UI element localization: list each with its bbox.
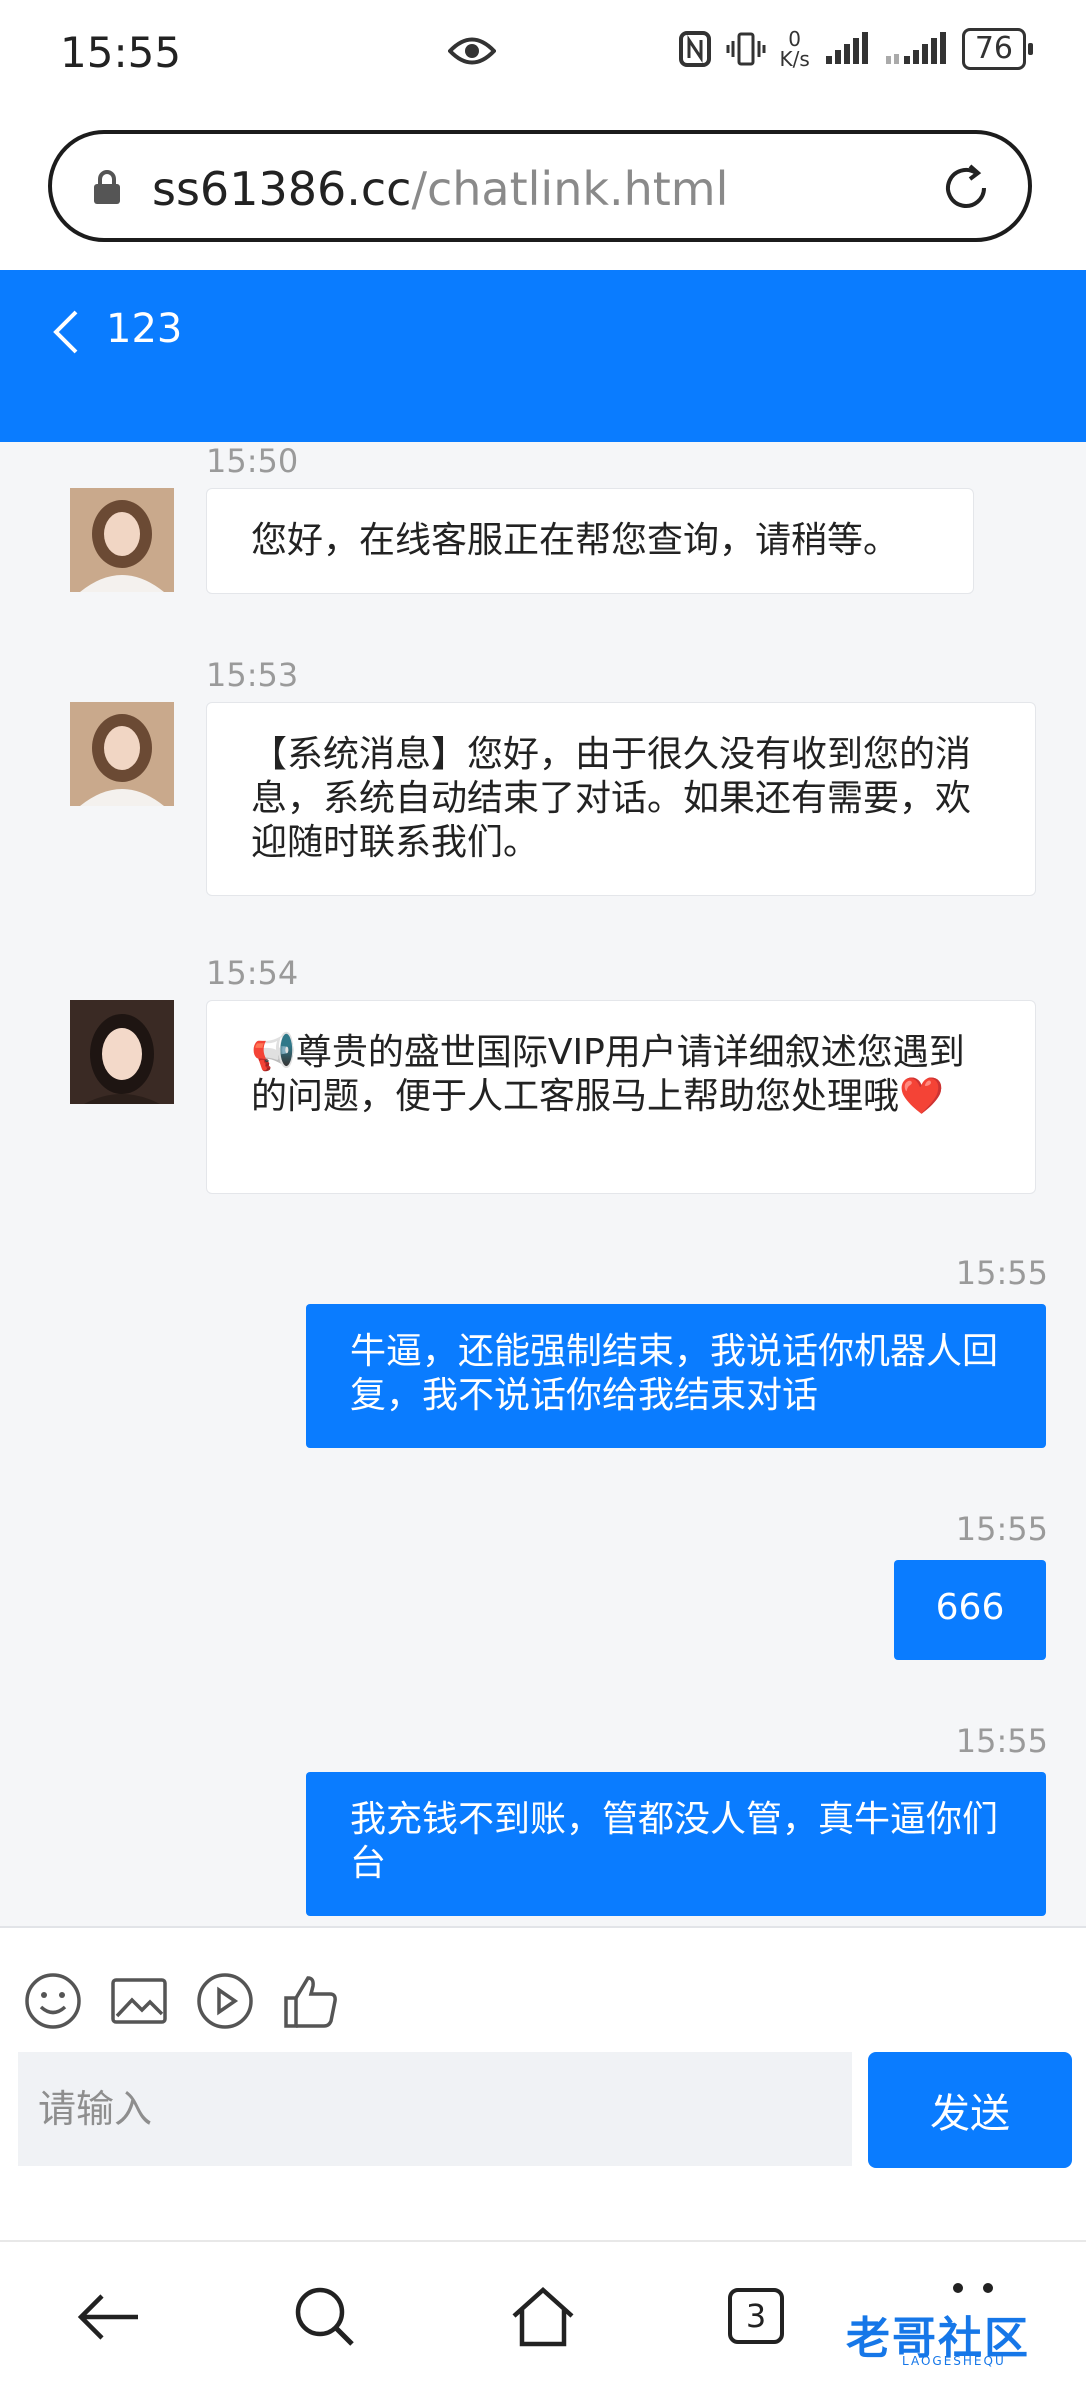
message-time: 15:53 bbox=[206, 656, 299, 694]
image-icon[interactable] bbox=[110, 1972, 168, 2030]
message-bubble-outgoing: 我充钱不到账，管都没人管，真牛逼你们台 bbox=[306, 1772, 1046, 1916]
message-bubble-outgoing: 666 bbox=[894, 1560, 1046, 1660]
status-time: 15:55 bbox=[60, 28, 182, 77]
thumbs-up-icon[interactable] bbox=[282, 1972, 340, 2030]
eye-icon bbox=[448, 37, 496, 65]
agent-avatar bbox=[70, 702, 174, 806]
nfc-icon bbox=[678, 31, 711, 67]
back-arrow-icon[interactable] bbox=[74, 2282, 144, 2352]
message-input[interactable] bbox=[18, 2052, 852, 2166]
home-icon[interactable] bbox=[508, 2282, 578, 2352]
net-speed: 0 K/s bbox=[780, 29, 810, 69]
battery-icon: 76 bbox=[961, 28, 1034, 70]
emoji-icon[interactable] bbox=[24, 1972, 82, 2030]
net-speed-value: 0 bbox=[788, 27, 802, 51]
status-bar: 15:55 0 K/s 76 bbox=[0, 0, 1086, 112]
video-icon[interactable] bbox=[196, 1972, 254, 2030]
url-host: ss61386.cc bbox=[152, 162, 412, 216]
message-time: 15:55 bbox=[955, 1254, 1048, 1292]
reload-icon[interactable] bbox=[938, 160, 994, 216]
address-bar[interactable]: ss61386.cc/chatlink.html bbox=[48, 130, 1032, 242]
signal-icon bbox=[825, 32, 868, 64]
lock-icon bbox=[94, 170, 120, 204]
url-path: /chatlink.html bbox=[411, 162, 729, 216]
vibrate-icon bbox=[726, 32, 766, 66]
message-time: 15:55 bbox=[955, 1510, 1048, 1548]
signal-2-icon bbox=[885, 32, 946, 64]
message-time: 15:54 bbox=[206, 954, 299, 992]
message-bubble: 您好，在线客服正在帮您查询，请稍等。 bbox=[206, 488, 974, 594]
message-bubble-outgoing: 牛逼，还能强制结束，我说话你机器人回复，我不说话你给我结束对话 bbox=[306, 1304, 1046, 1448]
status-icons: 0 K/s 76 bbox=[678, 28, 1034, 70]
chat-title: 123 bbox=[106, 306, 183, 352]
message-list[interactable]: 15:50 您好，在线客服正在帮您查询，请稍等。 15:53 【系统消息】您好，… bbox=[0, 442, 1086, 1926]
url-text[interactable]: ss61386.cc/chatlink.html bbox=[152, 162, 728, 216]
agent-avatar bbox=[70, 1000, 174, 1104]
agent-avatar bbox=[70, 488, 174, 592]
message-bubble: 📢尊贵的盛世国际VIP用户请详细叙述您遇到的问题，便于人工客服马上帮助您处理哦❤… bbox=[206, 1000, 1036, 1194]
browser-nav-bar: 3 老哥社区 LAOGESHEQU bbox=[0, 2240, 1086, 2402]
net-speed-unit: K/s bbox=[779, 47, 810, 71]
message-bubble: 【系统消息】您好，由于很久没有收到您的消息，系统自动结束了对话。如果还有需要，欢… bbox=[206, 702, 1036, 896]
search-icon[interactable] bbox=[290, 2282, 360, 2352]
back-icon[interactable] bbox=[48, 306, 84, 358]
send-button[interactable]: 发送 bbox=[868, 2052, 1072, 2168]
message-time: 15:55 bbox=[955, 1722, 1048, 1760]
more-icon[interactable] bbox=[944, 2278, 1004, 2308]
message-composer: 发送 bbox=[0, 1926, 1086, 2242]
tabs-count-button[interactable]: 3 bbox=[728, 2288, 784, 2344]
chat-header: 123 bbox=[0, 270, 1086, 442]
message-time: 15:50 bbox=[206, 442, 299, 480]
browser-toolbar: ss61386.cc/chatlink.html bbox=[0, 112, 1086, 270]
watermark-sub: LAOGESHEQU bbox=[902, 2354, 1006, 2368]
